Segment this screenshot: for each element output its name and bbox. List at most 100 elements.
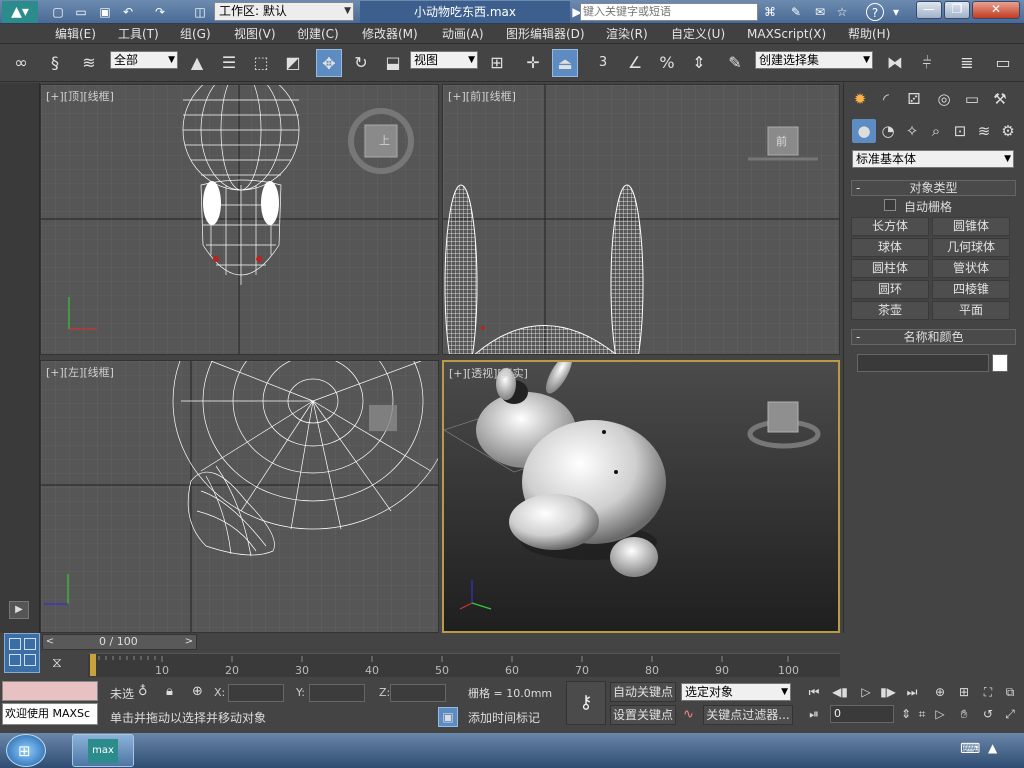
viewport-top-label[interactable]: [+][顶][线框]	[46, 88, 114, 104]
cylinder-button[interactable]: 圆柱体	[851, 259, 929, 278]
z-coordinate-field[interactable]	[390, 684, 446, 702]
torus-button[interactable]: 圆环	[851, 280, 929, 299]
graphite-toolbar-icon[interactable]: ▭	[990, 49, 1016, 77]
app-logo-icon[interactable]: ▲▾	[2, 1, 38, 23]
keyboard-tray-icon[interactable]: ⌨	[960, 741, 980, 757]
time-slider[interactable]: < 0 / 100 >	[42, 634, 197, 650]
lights-icon[interactable]: ✧	[900, 119, 924, 143]
select-and-rotate-icon[interactable]: ↻	[348, 49, 374, 77]
menu-graph-editors[interactable]: 图形编辑器(D)	[506, 26, 585, 42]
sphere-button[interactable]: 球体	[851, 238, 929, 257]
tube-button[interactable]: 管状体	[932, 259, 1010, 278]
object-name-field[interactable]	[857, 354, 989, 372]
y-coordinate-field[interactable]	[309, 684, 365, 702]
tools-icon[interactable]: ✎	[786, 3, 806, 21]
autogrid-checkbox[interactable]	[884, 199, 896, 211]
create-tab-icon[interactable]: ✹	[848, 87, 872, 111]
geosphere-button[interactable]: 几何球体	[932, 238, 1010, 257]
cameras-icon[interactable]: ⌕	[924, 119, 948, 143]
mirror-icon[interactable]: ⧓	[882, 49, 908, 77]
select-and-scale-icon[interactable]: ⬓	[380, 49, 406, 77]
viewport-left-label[interactable]: [+][左][线框]	[46, 364, 114, 380]
rectangular-selection-icon[interactable]: ⬚	[248, 49, 274, 77]
start-button[interactable]: ⊞	[6, 734, 46, 767]
save-icon[interactable]: ▣	[95, 3, 115, 21]
set-key-icon[interactable]: ⚷	[566, 681, 606, 725]
selection-lock-icon[interactable]: 🔒︎	[166, 684, 173, 699]
menu-animation[interactable]: 动画(A)	[442, 26, 484, 42]
time-slider-prev-icon[interactable]: <	[43, 635, 57, 649]
orbit-icon[interactable]: ↺	[978, 705, 998, 723]
search-input[interactable]	[580, 3, 758, 21]
goto-start-icon[interactable]: ⏮	[804, 683, 824, 701]
menu-tools[interactable]: 工具(T)	[118, 26, 159, 42]
menu-customize[interactable]: 自定义(U)	[671, 26, 725, 42]
time-tag-icon[interactable]: ▣	[438, 707, 458, 727]
auto-key-button[interactable]: 自动关键点	[610, 682, 676, 702]
field-of-view-icon[interactable]: ▷	[930, 705, 950, 723]
maxscript-listener-red[interactable]	[2, 681, 98, 701]
project-folder-icon[interactable]: ◫	[190, 3, 210, 21]
zoom-extents-all-icon[interactable]: ⧉	[1000, 683, 1020, 701]
percent-snap-icon[interactable]: %	[654, 49, 680, 77]
link-icon[interactable]: ∞	[8, 49, 34, 77]
viewport-front[interactable]: [+][前][线框] 前	[442, 84, 840, 355]
time-slider-thumb[interactable]	[90, 654, 96, 676]
select-by-name-icon[interactable]: ☰	[216, 49, 242, 77]
add-time-tag[interactable]: 添加时间标记	[468, 709, 540, 726]
key-filter-selection-dropdown[interactable]: 选定对象 ▼	[681, 683, 791, 701]
goto-end-icon[interactable]: ⏭	[902, 683, 922, 701]
category-dropdown[interactable]: 标准基本体 ▼	[852, 150, 1014, 168]
maximize-button[interactable]: ❐	[944, 1, 970, 19]
menu-group[interactable]: 组(G)	[180, 26, 211, 42]
layer-manager-icon[interactable]: ≣	[954, 49, 980, 77]
menu-maxscript[interactable]: MAXScript(X)	[747, 26, 826, 42]
key-filters-button[interactable]: 关键点过滤器...	[703, 705, 793, 725]
minimize-button[interactable]: —	[916, 1, 942, 19]
zoom-icon[interactable]: ⊕	[930, 683, 950, 701]
viewport-front-label[interactable]: [+][前][线框]	[448, 88, 516, 104]
menu-modifiers[interactable]: 修改器(M)	[362, 26, 418, 42]
cone-button[interactable]: 圆锥体	[932, 217, 1010, 236]
open-file-icon[interactable]: ▭	[71, 3, 91, 21]
maximize-viewport-icon[interactable]: ⤢	[1000, 705, 1020, 723]
pivot-center-icon[interactable]: ⊞	[484, 49, 510, 77]
set-key-button[interactable]: 设置关键点	[610, 705, 676, 725]
utilities-tab-icon[interactable]: ⚒	[988, 87, 1012, 111]
display-tab-icon[interactable]: ▭	[960, 87, 984, 111]
edit-named-selection-icon[interactable]: ✎	[722, 49, 748, 77]
zoom-all-icon[interactable]: ⊞	[954, 683, 974, 701]
key-mode-icon[interactable]: ⏯	[804, 705, 824, 723]
hierarchy-tab-icon[interactable]: ⚂	[902, 87, 926, 111]
reference-coordinate-dropdown[interactable]: 视图 ▼	[410, 51, 478, 69]
time-config-icon[interactable]: ⌗	[912, 705, 932, 723]
name-color-rollout[interactable]: - 名称和颜色	[851, 329, 1016, 345]
motion-tab-icon[interactable]: ◎	[932, 87, 956, 111]
teapot-button[interactable]: 茶壶	[851, 301, 929, 320]
redo-icon[interactable]: ↷	[150, 3, 170, 21]
helpers-icon[interactable]: ⊡	[948, 119, 972, 143]
shapes-icon[interactable]: ◔	[876, 119, 900, 143]
spacewarps-icon[interactable]: ≋	[972, 119, 996, 143]
menu-rendering[interactable]: 渲染(R)	[606, 26, 648, 42]
align-icon[interactable]: ⫩	[914, 49, 940, 77]
current-frame-field[interactable]: 0	[830, 705, 894, 723]
close-button[interactable]: ✕	[972, 1, 1020, 19]
workspace-dropdown[interactable]: 工作区: 默认 ▼	[214, 2, 354, 21]
favorites-star-icon[interactable]: ☆	[832, 3, 852, 21]
snap-toggle-icon[interactable]: 3	[590, 49, 616, 77]
named-selection-sets-dropdown[interactable]: 创建选择集 ▼	[755, 51, 873, 69]
communication-icon[interactable]: ✉	[810, 3, 830, 21]
menu-help[interactable]: 帮助(H)	[848, 26, 890, 42]
x-coordinate-field[interactable]	[228, 684, 284, 702]
menu-views[interactable]: 视图(V)	[234, 26, 276, 42]
absolute-mode-icon[interactable]: ⊕	[192, 684, 203, 699]
object-type-rollout[interactable]: - 对象类型	[851, 180, 1016, 196]
viewport-perspective-label[interactable]: [+][透视][真实]	[449, 365, 528, 381]
window-crossing-icon[interactable]: ◩	[280, 49, 306, 77]
curve-icon[interactable]: ∿	[683, 707, 694, 722]
isolate-bulb-icon[interactable]: ♁	[138, 684, 148, 699]
taskbar-3dsmax[interactable]: max	[72, 734, 134, 767]
spinner-snap-icon[interactable]: ⇕	[686, 49, 712, 77]
modify-tab-icon[interactable]: ◜	[874, 87, 898, 111]
